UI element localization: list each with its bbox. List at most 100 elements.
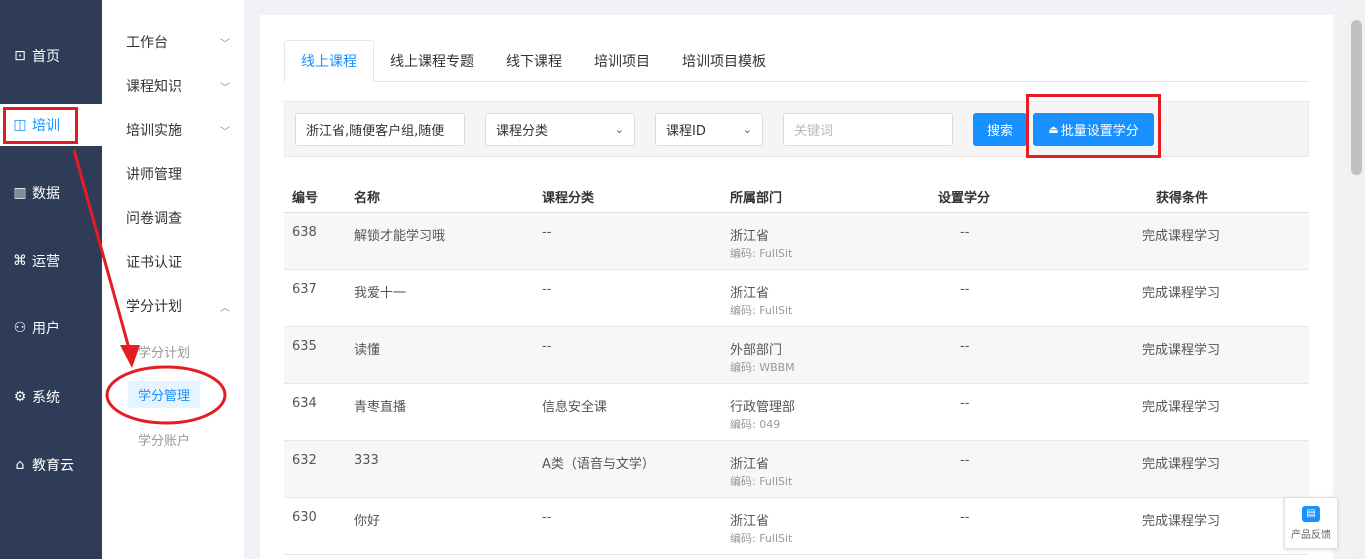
tab-training-project[interactable]: 培训项目 <box>578 40 666 82</box>
submenu-item-course-knowledge[interactable]: 课程知识 ﹀ <box>126 71 236 101</box>
cell-category: -- <box>542 510 552 525</box>
cell-credit: -- <box>960 396 970 411</box>
nav-item-system[interactable]: ⚙ 系统 <box>0 376 102 418</box>
submenu-item-workbench[interactable]: 工作台 ﹀ <box>126 27 236 57</box>
chevron-down-icon: ﹀ <box>220 38 230 50</box>
nav-item-label: 系统 <box>32 390 60 406</box>
chevron-down-icon: ﹀ <box>220 82 230 94</box>
col-header-condition: 获得条件 <box>1156 191 1209 206</box>
chevron-down-icon: ⌄ <box>742 123 752 136</box>
submenu-child-credit-management[interactable]: 学分管理 <box>128 381 201 408</box>
left-nav: ⊡ 首页 ◫ 培训 ▥ 数据 ⌘ 运营 ⚇ 用户 ⚙ 系统 ⌂ 教育云 <box>0 0 102 559</box>
cell-dept-code: 编码: FullSit <box>730 475 793 488</box>
cell-credit: -- <box>960 225 970 240</box>
table-row: 638 解锁才能学习哦 -- 浙江省 编码: FullSit -- 完成课程学习 <box>284 213 1309 270</box>
chevron-up-icon: ︿ <box>220 302 230 314</box>
submenu-item-label: 学分计划 <box>126 299 182 315</box>
scrollbar-thumb[interactable] <box>1351 20 1362 175</box>
cell-id: 632 <box>292 453 317 468</box>
chevron-down-icon: ﹀ <box>220 126 230 138</box>
cell-id: 634 <box>292 396 317 411</box>
nav-item-label: 用户 <box>32 321 60 337</box>
cell-id: 635 <box>292 339 317 354</box>
main-panel: 线上课程 线上课程专题 线下课程 培训项目 培训项目模板 浙江省,随便客户组,随… <box>260 15 1333 559</box>
col-header-dept: 所属部门 <box>730 191 783 206</box>
table-row: 632 333 A类（语音与文学） 浙江省 编码: FullSit -- 完成课程学习 <box>284 441 1309 498</box>
submenu-item-certificate[interactable]: 证书认证 <box>126 247 236 277</box>
submenu-item-label: 课程知识 <box>126 79 182 95</box>
filter-bar: 浙江省,随便客户组,随便 课程分类 ⌄ 课程ID ⌄ 关键词 搜索 ⏏ 批量设置… <box>284 101 1309 157</box>
org-selector-value: 浙江省,随便客户组,随便 <box>306 124 445 139</box>
tab-bar: 线上课程 线上课程专题 线下课程 培训项目 培训项目模板 <box>284 40 1309 82</box>
submenu-child-credit-account[interactable]: 学分账户 <box>138 430 190 449</box>
feedback-button[interactable]: ▤ 产品反馈 <box>1284 497 1338 549</box>
keyword-input[interactable]: 关键词 <box>783 113 953 146</box>
submenu-item-label: 证书认证 <box>126 255 182 271</box>
cell-category: A类（语音与文学） <box>542 457 655 472</box>
category-select[interactable]: 课程分类 ⌄ <box>485 113 635 146</box>
cell-condition: 完成课程学习 <box>1142 514 1221 529</box>
cell-id: 637 <box>292 282 317 297</box>
bar-chart-icon: ▥ <box>13 185 27 201</box>
course-id-select[interactable]: 课程ID ⌄ <box>655 113 763 146</box>
cell-category: -- <box>542 282 552 297</box>
cell-condition: 完成课程学习 <box>1142 400 1221 415</box>
cell-dept: 行政管理部 <box>730 400 796 415</box>
nav-item-data[interactable]: ▥ 数据 <box>0 172 102 214</box>
cell-id: 630 <box>292 510 317 525</box>
nav-item-users[interactable]: ⚇ 用户 <box>0 307 102 349</box>
cell-credit: -- <box>960 282 970 297</box>
page-scrollbar[interactable] <box>1348 0 1365 559</box>
chart-line-icon: ⊡ <box>14 48 26 64</box>
nav-item-label: 数据 <box>32 186 60 202</box>
submenu-item-survey[interactable]: 问卷调查 <box>126 203 236 233</box>
tab-online-course[interactable]: 线上课程 <box>284 40 374 82</box>
cell-dept: 浙江省 <box>730 229 770 244</box>
submenu-item-label: 工作台 <box>126 35 168 51</box>
batch-set-credit-button[interactable]: ⏏ 批量设置学分 <box>1033 113 1154 146</box>
submenu-child-credit-plan[interactable]: 学分计划 <box>138 342 190 361</box>
keyword-placeholder: 关键词 <box>794 124 834 139</box>
cell-name: 333 <box>354 453 379 468</box>
col-header-category: 课程分类 <box>542 191 595 206</box>
nav-item-training[interactable]: ◫ 培训 <box>0 104 102 146</box>
cell-name: 青枣直播 <box>354 400 407 415</box>
cell-condition: 完成课程学习 <box>1142 229 1221 244</box>
submenu-item-label: 培训实施 <box>126 123 182 139</box>
feedback-icon: ▤ <box>1302 505 1320 522</box>
nav-item-label: 运营 <box>32 254 60 270</box>
search-button[interactable]: 搜索 <box>973 113 1027 146</box>
nav-item-operations[interactable]: ⌘ 运营 <box>0 240 102 282</box>
chevron-down-icon: ⌄ <box>614 123 624 136</box>
tab-online-topic[interactable]: 线上课程专题 <box>374 40 490 82</box>
cell-id: 638 <box>292 225 317 240</box>
col-header-name: 名称 <box>354 191 381 206</box>
submenu-item-credit-plan-group[interactable]: 学分计划 ︿ <box>126 291 236 321</box>
course-table: 编号 名称 课程分类 所属部门 设置学分 获得条件 638 解锁才能学习哦 -- 浙江… <box>284 177 1309 555</box>
upload-icon: ⏏ <box>1048 123 1059 136</box>
cell-name: 你好 <box>354 514 381 529</box>
submenu-item-training-impl[interactable]: 培训实施 ﹀ <box>126 115 236 145</box>
sub-menu: 工作台 ﹀ 课程知识 ﹀ 培训实施 ﹀ 讲师管理 问卷调查 证书认证 学分计划 … <box>102 0 244 559</box>
cell-dept: 外部部门 <box>730 343 783 358</box>
org-selector[interactable]: 浙江省,随便客户组,随便 <box>295 113 465 146</box>
submenu-item-lecturer[interactable]: 讲师管理 <box>126 159 236 189</box>
cell-category: 信息安全课 <box>542 400 608 415</box>
tab-training-template[interactable]: 培训项目模板 <box>666 40 782 82</box>
cell-condition: 完成课程学习 <box>1142 457 1221 472</box>
feedback-label: 产品反馈 <box>1291 529 1331 541</box>
nav-item-home[interactable]: ⊡ 首页 <box>0 35 102 77</box>
nav-item-edu-cloud[interactable]: ⌂ 教育云 <box>0 444 102 486</box>
category-select-value: 课程分类 <box>496 124 549 139</box>
table-row: 634 青枣直播 信息安全课 行政管理部编码: 049 -- 完成课程学习 <box>284 384 1309 441</box>
cell-credit: -- <box>960 453 970 468</box>
cell-dept-code: 编码: 049 <box>730 418 781 431</box>
cell-condition: 完成课程学习 <box>1142 343 1221 358</box>
gear-icon: ⚙ <box>13 389 27 405</box>
table-row: 637 我爱十一 -- 浙江省 编码: FullSit -- 完成课程学习 <box>284 270 1309 327</box>
cell-dept-code: 编码: WBBM <box>730 361 795 374</box>
cell-category: -- <box>542 339 552 354</box>
tab-offline-course[interactable]: 线下课程 <box>490 40 578 82</box>
nav-item-label: 首页 <box>32 49 60 65</box>
col-header-id: 编号 <box>292 191 319 206</box>
